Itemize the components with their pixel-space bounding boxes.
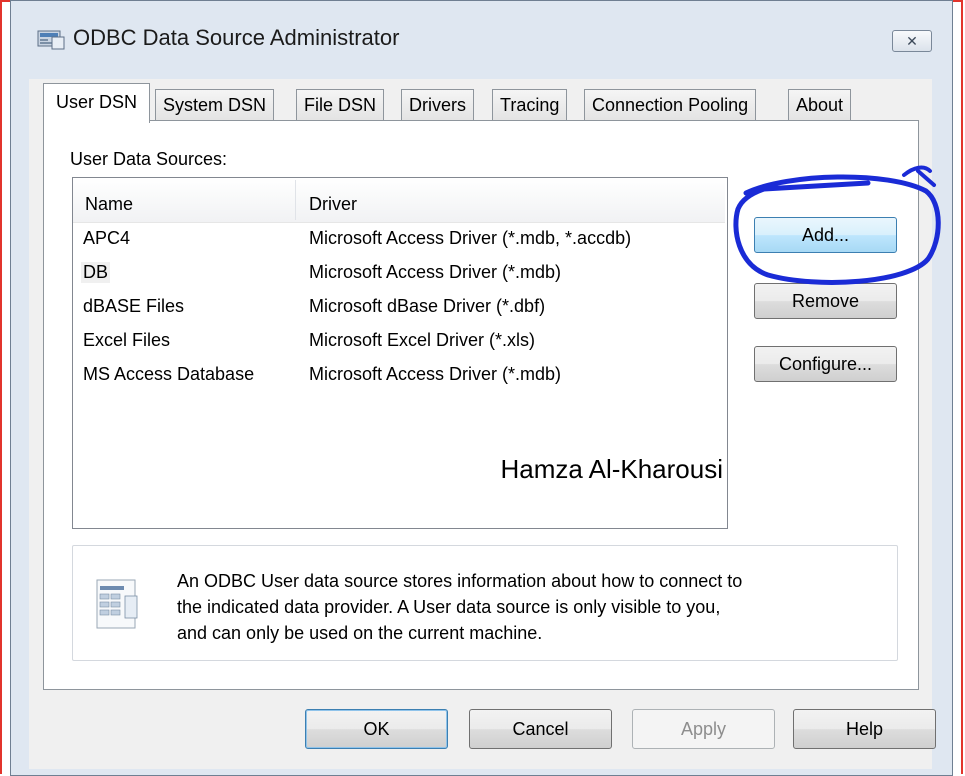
list-item[interactable]: DB Microsoft Access Driver (*.mdb) <box>73 258 725 290</box>
add-button[interactable]: Add... <box>754 217 897 253</box>
data-sources-list[interactable]: Name Driver APC4 Microsoft Access Driver… <box>72 177 728 529</box>
cancel-button[interactable]: Cancel <box>469 709 612 749</box>
list-item[interactable]: MS Access Database Microsoft Access Driv… <box>73 360 725 392</box>
user-data-sources-label: User Data Sources: <box>70 149 228 169</box>
list-item[interactable]: Excel Files Microsoft Excel Driver (*.xl… <box>73 326 725 358</box>
list-item[interactable]: APC4 Microsoft Access Driver (*.mdb, *.a… <box>73 224 725 256</box>
ok-button[interactable]: OK <box>305 709 448 749</box>
list-item-driver: Microsoft dBase Driver (*.dbf) <box>309 296 546 316</box>
list-header: Name Driver <box>73 178 725 223</box>
configure-button[interactable]: Configure... <box>754 346 897 382</box>
user-dsn-panel: User Data Sources: Name Driver APC4 Micr… <box>43 120 941 690</box>
tab-connection-pooling[interactable]: Connection Pooling <box>584 89 757 121</box>
window-title: ODBC Data Source Administrator <box>73 25 400 50</box>
odbc-dialog: ODBC Data Source Administrator ✕ User DS… <box>10 0 953 776</box>
dialog-client-area: User DSN System DSN File DSN Drivers Tra… <box>29 79 941 769</box>
tab-about[interactable]: About <box>788 89 852 121</box>
remove-button[interactable]: Remove <box>754 283 897 319</box>
odbc-app-icon <box>37 30 65 50</box>
list-item-name: MS Access Database <box>83 364 255 384</box>
info-line-2: the indicated data provider. A User data… <box>177 597 721 617</box>
author-watermark: Hamza Al-Kharousi <box>500 454 723 484</box>
close-button[interactable]: ✕ <box>892 30 932 52</box>
column-header-name[interactable]: Name <box>85 194 133 215</box>
tab-system-dsn[interactable]: System DSN <box>155 89 275 121</box>
column-header-driver[interactable]: Driver <box>309 194 357 215</box>
tab-file-dsn[interactable]: File DSN <box>296 89 385 121</box>
info-box: An ODBC User data source stores informat… <box>72 545 898 661</box>
tab-drivers[interactable]: Drivers <box>401 89 474 121</box>
info-description: An ODBC User data source stores informat… <box>177 568 877 646</box>
close-icon: ✕ <box>906 32 918 49</box>
document-list-icon <box>96 579 138 629</box>
list-item-driver: Microsoft Access Driver (*.mdb) <box>309 364 562 384</box>
title-bar: ODBC Data Source Administrator ✕ <box>11 1 952 79</box>
info-line-3: and can only be used on the current mach… <box>177 623 543 643</box>
tab-user-dsn[interactable]: User DSN <box>43 83 151 123</box>
list-item-name: dBASE Files <box>83 296 185 316</box>
info-line-1: An ODBC User data source stores informat… <box>177 571 743 591</box>
list-item-driver: Microsoft Access Driver (*.mdb, *.accdb) <box>309 228 632 248</box>
list-item-name: APC4 <box>83 228 131 248</box>
list-item-driver: Microsoft Excel Driver (*.xls) <box>309 330 536 350</box>
list-item[interactable]: dBASE Files Microsoft dBase Driver (*.db… <box>73 292 725 324</box>
apply-button[interactable]: Apply <box>632 709 775 749</box>
list-item-driver: Microsoft Access Driver (*.mdb) <box>309 262 562 282</box>
column-divider[interactable] <box>295 180 296 220</box>
tab-tracing[interactable]: Tracing <box>492 89 568 121</box>
list-item-name: Excel Files <box>83 330 171 350</box>
help-button[interactable]: Help <box>793 709 936 749</box>
list-item-name: DB <box>81 262 111 283</box>
